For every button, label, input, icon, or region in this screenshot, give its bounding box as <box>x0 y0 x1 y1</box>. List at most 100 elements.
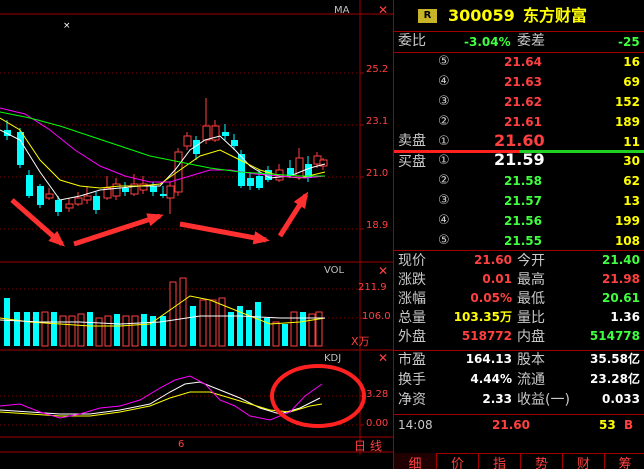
annotation-arrowhead <box>146 213 164 227</box>
kline-chart-area[interactable]: MA × ✕ 25.2 23.1 21.0 18.9 VOL ✕ 211.9 1… <box>0 0 393 469</box>
volume-bar <box>104 315 112 347</box>
annotation-arrowhead <box>252 231 270 245</box>
candle-body <box>166 185 175 199</box>
volume-bar <box>160 316 166 346</box>
fund-value: 4.44% <box>470 372 512 386</box>
fund-label: 股本 <box>517 352 545 368</box>
buy-label: 买盘 <box>398 154 426 170</box>
tick-price: 21.60 <box>492 418 530 432</box>
stock-name: 东方财富 <box>523 6 588 25</box>
fund-value: 164.13 <box>465 352 512 366</box>
sell-level-price[interactable]: 21.63 <box>504 76 542 88</box>
candle-body <box>238 154 245 186</box>
volume-bar <box>51 312 57 346</box>
sell-level-price[interactable]: 21.64 <box>504 56 542 68</box>
price-tick-2: 23.1 <box>366 116 389 127</box>
stat-value: 0.05% <box>470 291 512 305</box>
volume-bar <box>59 315 67 347</box>
volume-bar <box>14 312 20 346</box>
volume-bar <box>87 312 93 346</box>
sell-level-price[interactable]: 21.60 <box>494 133 545 149</box>
ma30-line <box>0 111 325 177</box>
candle-body <box>17 132 24 165</box>
candle-body <box>37 186 44 205</box>
r-badge: R <box>418 9 437 23</box>
tab-price[interactable]: 价 <box>436 453 478 469</box>
volume-bar <box>131 315 139 347</box>
tab-detail[interactable]: 细 <box>394 453 436 469</box>
stat-value: 21.98 <box>602 272 640 286</box>
candle-body <box>256 176 263 188</box>
candle-body <box>247 178 254 186</box>
buy-level-index: ⑤ <box>438 233 450 248</box>
volume-bar <box>308 313 316 347</box>
sell-level-price[interactable]: 21.61 <box>504 116 542 128</box>
candle-body <box>55 200 62 212</box>
volume-bar <box>33 312 39 346</box>
price-tick-1: 25.2 <box>366 64 389 75</box>
stat-label: 涨幅 <box>398 291 426 307</box>
kdj-close-icon[interactable]: ✕ <box>378 352 388 364</box>
stat-label: 涨跌 <box>398 272 426 288</box>
stat-value: 518772 <box>461 329 512 343</box>
close-icon[interactable]: ✕ <box>378 4 388 16</box>
tab-trend[interactable]: 势 <box>520 453 562 469</box>
buy-level-index: ④ <box>438 213 450 228</box>
stat-value: 514778 <box>589 329 640 343</box>
volume-bar <box>228 312 234 346</box>
date-tick: 6 <box>178 439 185 450</box>
volume-bar <box>190 306 196 346</box>
stat-label: 外盘 <box>398 329 426 345</box>
vol-tick-1: 211.9 <box>358 282 387 293</box>
fund-value: 35.58亿 <box>590 352 640 366</box>
volume-bar <box>315 311 323 347</box>
tick-time: 14:08 <box>398 418 433 432</box>
sell-level-volume: 11 <box>623 135 640 149</box>
candle-body <box>26 175 33 196</box>
tick-direction: B <box>624 418 634 432</box>
tab-chips[interactable]: 筹 <box>604 453 644 469</box>
cursor-marker: × <box>63 21 71 31</box>
stat-value: 21.40 <box>602 253 640 267</box>
volume-bar <box>255 302 261 346</box>
fund-label: 换手 <box>398 372 426 388</box>
weicha-value: -25 <box>618 35 640 49</box>
volume-bar <box>95 317 103 347</box>
bottom-tabs: 细 价 指 势 财 筹 <box>394 453 644 469</box>
stat-label: 量比 <box>517 310 545 326</box>
fund-label: 市盈 <box>398 352 426 368</box>
sell-level-volume: 69 <box>623 75 640 89</box>
volume-bar <box>4 298 10 346</box>
candle-body <box>83 195 92 201</box>
buy-level-price[interactable]: 21.58 <box>504 175 542 187</box>
candle-body <box>74 197 83 205</box>
candle-body <box>139 183 148 191</box>
volume-bar <box>68 315 76 347</box>
buy-level-price[interactable]: 21.59 <box>494 152 545 168</box>
volume-bar <box>199 299 207 347</box>
fund-label: 净资 <box>398 392 426 408</box>
kdj-tick-2: 0.00 <box>366 418 389 429</box>
stat-value: 1.36 <box>610 310 640 324</box>
tab-finance[interactable]: 财 <box>562 453 604 469</box>
vol-close-icon[interactable]: ✕ <box>378 265 388 277</box>
buy-level-price[interactable]: 21.56 <box>504 215 542 227</box>
stat-value: 21.60 <box>474 253 512 267</box>
sell-level-index: ③ <box>438 94 450 109</box>
stat-value: 0.01 <box>482 272 512 286</box>
candle-body <box>231 140 238 146</box>
buy-level-volume: 30 <box>623 154 640 168</box>
kline-chart-svg[interactable] <box>0 0 393 469</box>
volume-bar <box>114 314 120 346</box>
buy-level-price[interactable]: 21.57 <box>504 195 542 207</box>
weibi-label: 委比 <box>398 33 426 49</box>
tab-index[interactable]: 指 <box>478 453 520 469</box>
buy-level-price[interactable]: 21.55 <box>504 235 542 247</box>
candle-body <box>150 186 157 192</box>
candle-body <box>183 135 192 147</box>
period-button[interactable]: 日线 <box>354 440 386 452</box>
sell-level-price[interactable]: 21.62 <box>504 96 542 108</box>
weibi-value: -3.04% <box>464 35 511 49</box>
sell-level-index: ⑤ <box>438 54 450 69</box>
divider <box>394 52 644 53</box>
